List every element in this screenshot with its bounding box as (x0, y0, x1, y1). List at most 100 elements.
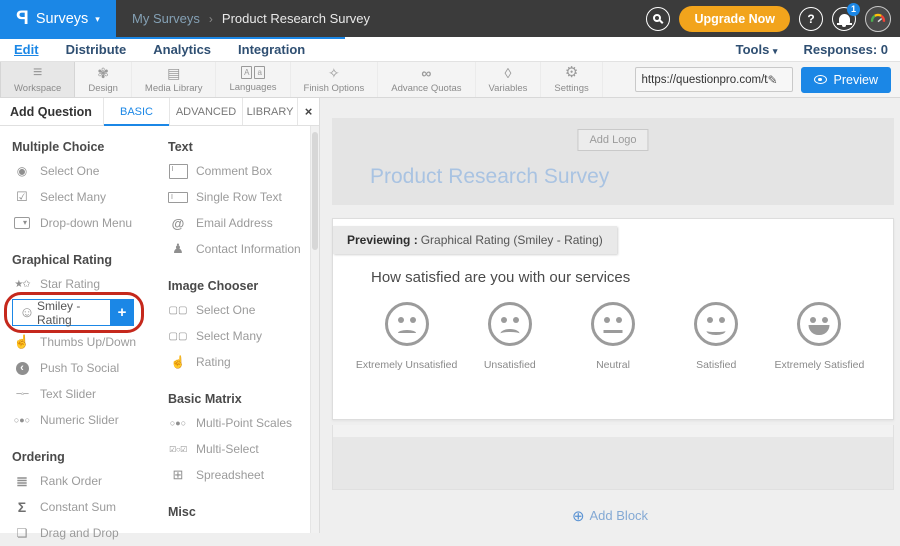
caret-down-icon: ▾ (773, 46, 778, 56)
qtype-image-rating[interactable]: Rating (168, 349, 308, 375)
tag-icon (504, 66, 511, 80)
palette-icon (97, 66, 109, 80)
upgrade-now-button[interactable]: Upgrade Now (679, 6, 790, 32)
qtype-smiley-rating[interactable]: Smiley - Rating + (12, 299, 134, 326)
sigma-icon (12, 499, 32, 515)
smiley-face-icon (488, 302, 532, 346)
question-preview-card: Previewing :Graphical Rating (Smiley - R… (332, 218, 894, 420)
survey-nav: Edit Distribute Analytics Integration To… (0, 37, 900, 62)
add-question-title: Add Question (0, 98, 104, 125)
qtype-text-slider[interactable]: Text Slider (12, 381, 160, 407)
qtype-image-select-many[interactable]: Select Many (168, 323, 308, 349)
dropdown-icon (12, 217, 32, 229)
toolbar-variables[interactable]: Variables (476, 62, 542, 97)
qtype-constant-sum[interactable]: Constant Sum (12, 494, 160, 520)
survey-editor-canvas: Add Logo Product Research Survey Preview… (320, 98, 900, 533)
toolbar-finish-options[interactable]: Finish Options (291, 62, 379, 97)
notifications-button[interactable]: 1 (832, 7, 856, 31)
qtype-push-to-social[interactable]: Push To Social (12, 355, 160, 381)
section-text: Text (168, 140, 308, 154)
section-image-chooser: Image Chooser (168, 279, 308, 293)
section-basic-matrix: Basic Matrix (168, 392, 308, 406)
image-rating-icon (168, 355, 188, 369)
option-extremely-satisfied[interactable]: Extremely Satisfied (768, 302, 871, 371)
qtype-numeric-slider[interactable]: Numeric Slider (12, 407, 160, 433)
survey-url-field[interactable]: ✎ (635, 67, 793, 92)
nav-tab-distribute[interactable]: Distribute (66, 42, 127, 57)
qtype-single-row-text[interactable]: Single Row Text (168, 184, 308, 210)
header-actions: Upgrade Now ? 1 (646, 6, 900, 32)
question-text: How satisfied are you with our services (371, 269, 630, 286)
smiley-face-icon (591, 302, 635, 346)
edit-toolbar: Workspace Design Media Library Languages… (0, 62, 900, 98)
qtype-star-rating[interactable]: Star Rating (12, 271, 160, 297)
qtype-dropdown-menu[interactable]: Drop-down Menu (12, 210, 160, 236)
qtype-comment-box[interactable]: Comment Box (168, 158, 308, 184)
option-satisfied[interactable]: Satisfied (665, 302, 768, 371)
app-name: Surveys (36, 11, 88, 27)
tools-dropdown[interactable]: Tools ▾ (736, 42, 778, 57)
at-sign-icon (168, 216, 188, 231)
notification-badge: 1 (847, 3, 860, 16)
survey-header-block[interactable]: Add Logo Product Research Survey (332, 118, 894, 205)
option-unsatisfied[interactable]: Unsatisfied (458, 302, 561, 371)
workspace-icon (33, 65, 42, 80)
search-button[interactable] (646, 7, 670, 31)
add-smiley-question-button[interactable]: + (110, 299, 134, 326)
qtype-rank-order[interactable]: Rank Order (12, 468, 160, 494)
add-logo-button[interactable]: Add Logo (577, 129, 648, 151)
breadcrumb-separator-icon: › (209, 12, 213, 26)
qtype-select-many[interactable]: Select Many (12, 184, 160, 210)
qtype-spreadsheet[interactable]: Spreadsheet (168, 462, 308, 488)
checkbox-icon (12, 189, 32, 205)
toolbar-workspace[interactable]: Workspace (0, 62, 75, 97)
tab-basic[interactable]: BASIC (104, 98, 170, 125)
thumb-icon (12, 334, 32, 350)
qtype-select-one[interactable]: Select One (12, 158, 160, 184)
qtype-multi-select[interactable]: Multi-Select (168, 436, 308, 462)
toolbar-languages[interactable]: Languages (216, 62, 290, 97)
smiley-face-icon (694, 302, 738, 346)
qtype-drag-and-drop[interactable]: Drag and Drop (12, 520, 160, 546)
smiley-face-icon (385, 302, 429, 346)
option-neutral[interactable]: Neutral (561, 302, 664, 371)
wand-icon (328, 66, 340, 80)
breadcrumb-my-surveys[interactable]: My Surveys (132, 11, 200, 26)
smiley-options-row: Extremely Unsatisfied Unsatisfied Neutra… (355, 302, 871, 371)
previewing-label: Previewing : (347, 233, 418, 247)
account-avatar[interactable] (865, 6, 891, 32)
help-button[interactable]: ? (799, 7, 823, 31)
previewing-value: Graphical Rating (Smiley - Rating) (421, 233, 603, 247)
qtype-contact-information[interactable]: Contact Information (168, 236, 308, 262)
tab-advanced[interactable]: ADVANCED (170, 98, 243, 125)
bell-icon (839, 14, 850, 23)
nav-tab-integration[interactable]: Integration (238, 42, 305, 57)
qtype-email-address[interactable]: Email Address (168, 210, 308, 236)
tab-library[interactable]: LIBRARY (243, 98, 298, 125)
scrollbar-thumb[interactable] (312, 132, 318, 250)
toolbar-settings[interactable]: Settings (541, 62, 602, 97)
responses-count[interactable]: Responses: 0 (803, 42, 888, 57)
nav-tab-analytics[interactable]: Analytics (153, 42, 211, 57)
panel-scrollbar[interactable] (310, 126, 319, 533)
empty-block-placeholder[interactable] (332, 425, 894, 490)
qtype-image-select-one[interactable]: Select One (168, 297, 308, 323)
product-switcher[interactable]: P Surveys ▾ (0, 0, 116, 37)
survey-url-input[interactable] (642, 74, 768, 86)
nav-tab-edit[interactable]: Edit (14, 42, 39, 57)
add-block-button[interactable]: ⊕Add Block (320, 507, 900, 525)
comment-box-icon (168, 164, 188, 179)
survey-title[interactable]: Product Research Survey (370, 165, 609, 189)
qtype-thumbs-up-down[interactable]: Thumbs Up/Down (12, 329, 160, 355)
qtype-multi-point-scales[interactable]: Multi-Point Scales (168, 410, 308, 436)
image-icon (167, 66, 180, 80)
toolbar-advance-quotas[interactable]: Advance Quotas (378, 62, 475, 97)
toolbar-media-library[interactable]: Media Library (132, 62, 217, 97)
star-icon (12, 279, 32, 290)
preview-button[interactable]: Preview (801, 67, 891, 93)
pencil-icon[interactable]: ✎ (768, 73, 778, 87)
smiley-face-icon (797, 302, 841, 346)
option-extremely-unsatisfied[interactable]: Extremely Unsatisfied (355, 302, 458, 371)
close-panel-button[interactable]: × (298, 98, 319, 125)
toolbar-design[interactable]: Design (75, 62, 132, 97)
